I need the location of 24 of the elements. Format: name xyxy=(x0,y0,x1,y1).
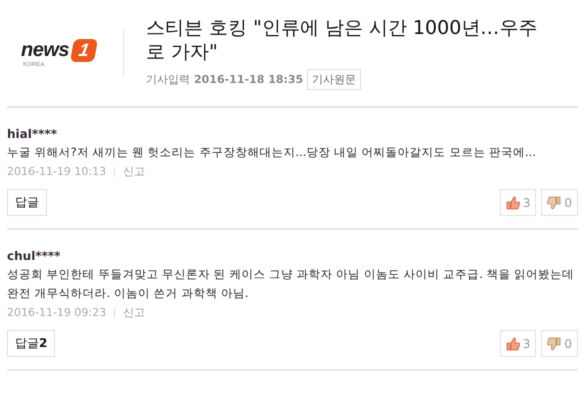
username: chul**** xyxy=(7,249,62,263)
comment-text: 성공회 부인한테 뚜들겨맞고 무신론자 된 케이스 그냥 과학자 아님 이놈도 사이비 교주급. 책을 읽어봤는데 완전 개무식하더라. 이놈이 쓴거 과학책 아님. xyxy=(7,266,576,302)
dislike-button[interactable]: 0 xyxy=(541,330,578,357)
logo-badge: 1 xyxy=(70,38,98,62)
logo-wordmark: news xyxy=(21,38,70,62)
article-title: 스티븐 호킹 "인류에 남은 시간 1000년…우주로 가자" xyxy=(146,16,538,64)
comment-time: 2016-11-19 10:13 xyxy=(7,165,106,178)
reply-button[interactable]: 답글2 xyxy=(7,330,56,357)
thumbs-down-icon xyxy=(547,196,562,210)
date-label: 기사입력 xyxy=(146,72,190,87)
report-link[interactable]: 신고 xyxy=(123,164,146,179)
dislike-button[interactable]: 0 xyxy=(541,189,578,216)
source-button[interactable]: 기사원문 xyxy=(307,69,362,90)
thumbs-up-icon xyxy=(506,196,520,210)
report-link[interactable]: 신고 xyxy=(123,305,146,320)
username: hial**** xyxy=(7,127,58,141)
reply-button[interactable]: 답글 xyxy=(7,189,47,216)
thumbs-down-icon xyxy=(547,336,562,350)
article-date: 2016-11-18 18:35 xyxy=(194,73,304,86)
like-button[interactable]: 3 xyxy=(500,189,536,216)
comment-time: 2016-11-19 09:23 xyxy=(7,306,106,319)
like-button[interactable]: 3 xyxy=(500,330,536,357)
thumbs-up-icon xyxy=(506,336,520,350)
comment-text: 누굴 위해서?저 새끼는 웬 헛소리는 주구장창해대는지...당장 내일 어찌돌아갈지도 모르는 판국에... xyxy=(7,144,537,161)
